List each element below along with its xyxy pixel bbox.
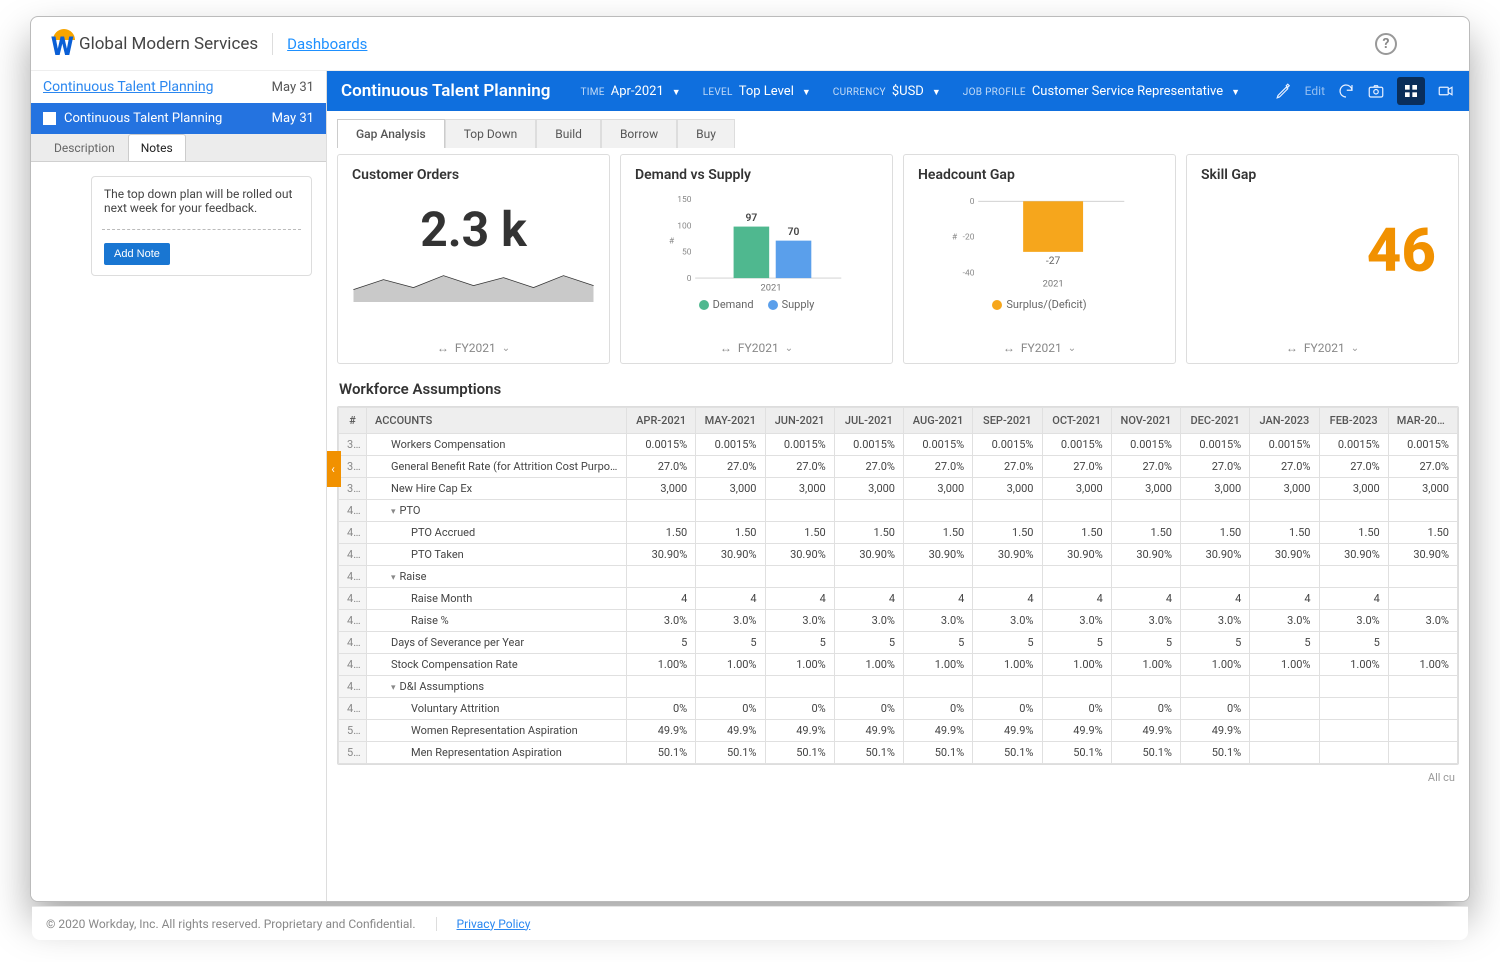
svg-text:#: # (951, 233, 957, 243)
note-box: The top down plan will be rolled out nex… (91, 176, 312, 276)
svg-text:2021: 2021 (760, 282, 781, 293)
table-row[interactable]: 41PTO Accrued1.501.501.501.501.501.501.5… (339, 522, 1458, 544)
add-note-button[interactable]: Add Note (104, 243, 170, 265)
svg-text:50: 50 (682, 248, 692, 258)
table-row[interactable]: 49Voluntary Attrition0%0%0%0%0%0%0%0%0% (339, 698, 1458, 720)
svg-text:#: # (668, 236, 674, 246)
sparkline (352, 262, 595, 302)
table-row[interactable]: 39New Hire Cap Ex3,0003,0003,0003,0003,0… (339, 478, 1458, 500)
divider (272, 33, 273, 55)
video-icon[interactable] (1437, 82, 1455, 100)
note-text: The top down plan will be rolled out nex… (104, 187, 299, 215)
table-row[interactable]: 48▾D&I Assumptions (339, 676, 1458, 698)
note-author-avatar (45, 176, 81, 212)
selector-time[interactable]: TIMEApr-2021▼ (580, 84, 680, 99)
tab-description[interactable]: Description (41, 134, 128, 161)
help-icon[interactable]: ? (1375, 33, 1397, 55)
table-row[interactable]: 50Women Representation Aspiration49.9%49… (339, 720, 1458, 742)
sidebar-title[interactable]: Continuous Talent Planning (43, 79, 214, 95)
edit-label[interactable]: Edit (1305, 84, 1325, 98)
truncated-label: All cu (341, 771, 1455, 784)
subtab-gap-analysis[interactable]: Gap Analysis (337, 119, 445, 148)
svg-text:0: 0 (969, 197, 974, 207)
card-skill-gap: Skill Gap 46 ↔FY2021⌄ (1186, 154, 1459, 364)
user-avatar[interactable] (1419, 28, 1451, 60)
table-row[interactable]: 40▾PTO (339, 500, 1458, 522)
svg-text:70: 70 (787, 225, 799, 238)
table-row[interactable]: 42PTO Taken30.90%30.90%30.90%30.90%30.90… (339, 544, 1458, 566)
table-row[interactable]: 38General Benefit Rate (for Attrition Co… (339, 456, 1458, 478)
refresh-icon[interactable] (1337, 82, 1355, 100)
customer-orders-value: 2.3 k (352, 201, 595, 258)
assumptions-table[interactable]: #ACCOUNTSAPR-2021MAY-2021JUN-2021JUL-202… (337, 406, 1459, 765)
table-row[interactable]: 45Raise %3.0%3.0%3.0%3.0%3.0%3.0%3.0%3.0… (339, 610, 1458, 632)
selector-job profile[interactable]: JOB PROFILECustomer Service Representati… (963, 84, 1240, 99)
logo[interactable]: W (49, 29, 79, 59)
swap-icon: ↔ (437, 341, 449, 355)
sidebar-tabs: Description Notes (31, 134, 326, 162)
svg-text:100: 100 (677, 221, 691, 231)
breadcrumb-dashboards[interactable]: Dashboards (287, 35, 367, 53)
svg-text:2021: 2021 (1042, 279, 1063, 290)
selector-level[interactable]: LEVELTop Level▼ (703, 84, 811, 99)
subtab-build[interactable]: Build (536, 119, 601, 148)
table-row[interactable]: 44Raise Month44444444444 (339, 588, 1458, 610)
svg-text:-40: -40 (962, 268, 974, 278)
subtab-top-down[interactable]: Top Down (445, 119, 537, 148)
svg-text:150: 150 (677, 195, 691, 205)
selector-currency[interactable]: CURRENCY$USD▼ (833, 84, 941, 99)
subtab-borrow[interactable]: Borrow (601, 119, 677, 148)
svg-text:-27: -27 (1045, 254, 1060, 267)
table-row[interactable]: 46Days of Severance per Year55555555555 (339, 632, 1458, 654)
checkbox-icon[interactable] (43, 112, 56, 125)
privacy-policy-link[interactable]: Privacy Policy (436, 917, 531, 931)
table-row[interactable]: 43▾Raise (339, 566, 1458, 588)
sidebar-item-plan[interactable]: Continuous Talent Planning May 31 (31, 103, 326, 134)
table-row[interactable]: 51Men Representation Aspiration50.1%50.1… (339, 742, 1458, 764)
sub-tabs: Gap AnalysisTop DownBuildBorrowBuy (337, 119, 1465, 148)
page-title: Continuous Talent Planning (341, 81, 550, 101)
card-headcount-gap: Headcount Gap 0-20-40 # -27 2021 (903, 154, 1176, 364)
sidebar: Continuous Talent Planning May 31 Contin… (31, 71, 327, 901)
table-row[interactable]: 47Stock Compensation Rate1.00%1.00%1.00%… (339, 654, 1458, 676)
sidebar-date: May 31 (272, 80, 314, 95)
card-customer-orders: Customer Orders 2.3 k ↔FY2021⌄ (337, 154, 610, 364)
demand-supply-chart: 150 100 50 0 # 97 70 2021 (657, 191, 857, 294)
svg-text:0: 0 (686, 274, 691, 284)
tab-notes[interactable]: Notes (128, 134, 186, 161)
context-bar: Continuous Talent Planning TIMEApr-2021▼… (327, 71, 1469, 111)
svg-text:-20: -20 (962, 233, 974, 243)
collapse-sidebar-handle[interactable]: ‹ (327, 451, 341, 487)
skill-gap-value: 46 (1201, 215, 1444, 286)
tenant-name: Global Modern Services (79, 34, 258, 54)
subtab-buy[interactable]: Buy (677, 119, 735, 148)
table-row[interactable]: 37Workers Compensation0.0015%0.0015%0.00… (339, 434, 1458, 456)
workday-logo-icon: W (49, 29, 79, 59)
svg-text:97: 97 (745, 211, 757, 224)
camera-icon[interactable] (1367, 82, 1385, 100)
chevron-down-icon[interactable]: ⌄ (502, 343, 510, 354)
grid-view-button[interactable] (1397, 77, 1425, 105)
footer: © 2020 Workday, Inc. All rights reserved… (32, 906, 1468, 940)
card-demand-vs-supply: Demand vs Supply 150100500 # 97 (620, 154, 893, 364)
top-bar: W Global Modern Services Dashboards ? (31, 17, 1469, 71)
pencil-icon[interactable] (1275, 82, 1293, 100)
section-workforce-assumptions: Workforce Assumptions (339, 380, 1457, 398)
headcount-gap-chart: 0 -20 -40 # -27 2021 (940, 191, 1140, 294)
